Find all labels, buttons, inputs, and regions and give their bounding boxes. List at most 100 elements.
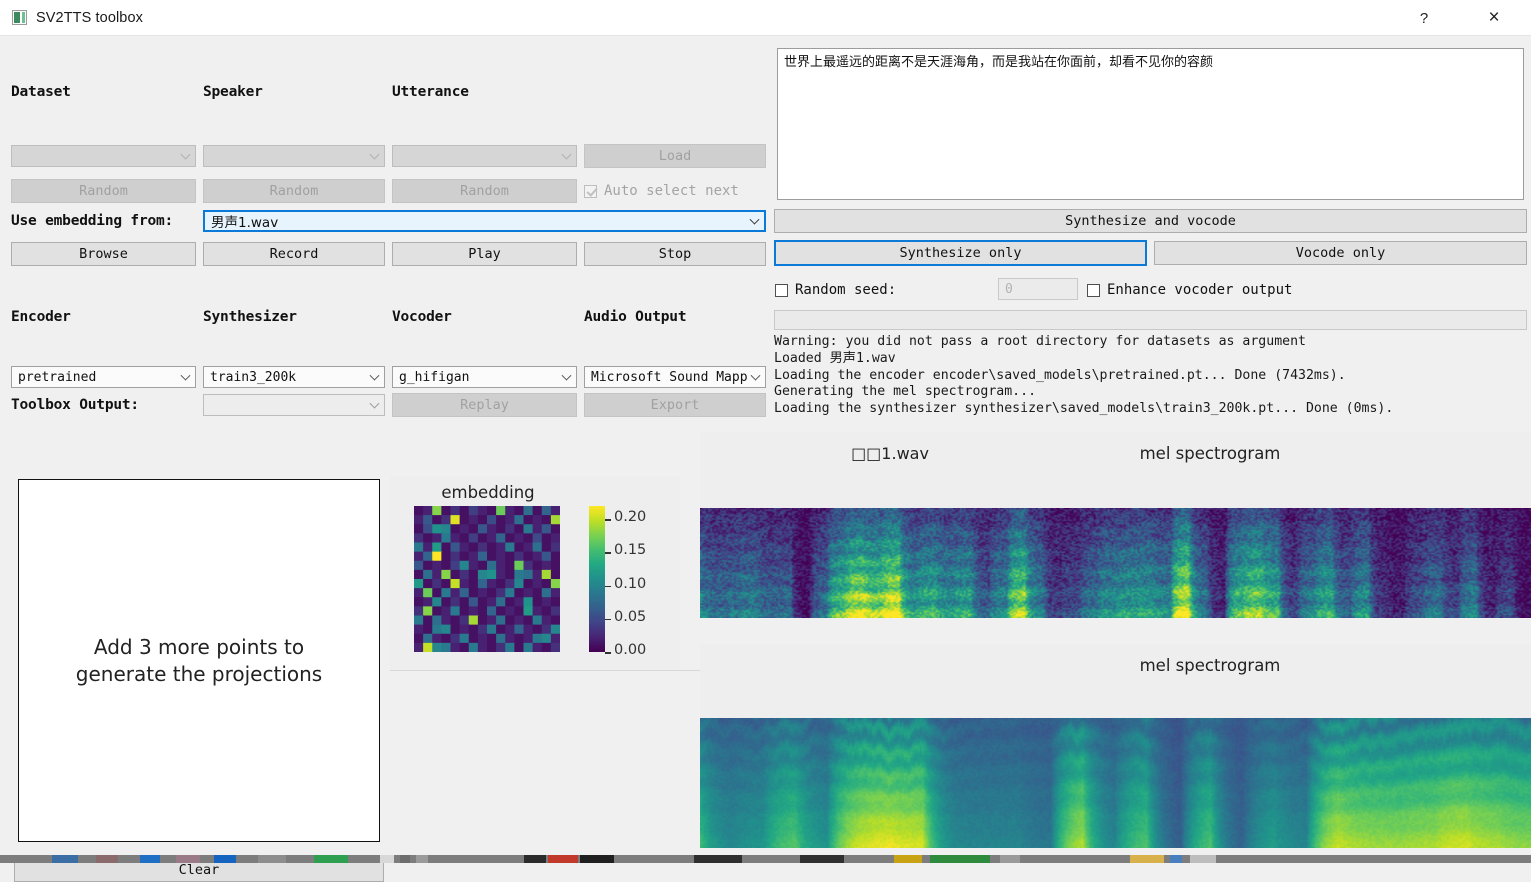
- encoder-combo[interactable]: pretrained: [11, 366, 196, 388]
- taskbar-item: [894, 855, 922, 863]
- taskbar-item: [548, 855, 578, 863]
- vocoder-header: Vocoder: [392, 309, 577, 325]
- audio-output-combo[interactable]: Microsoft Sound Mapp: [584, 366, 766, 388]
- record-button[interactable]: Record: [203, 242, 385, 266]
- colorbar-tick-mark: [605, 619, 611, 621]
- dataset-combo[interactable]: [11, 145, 196, 167]
- reference-mel-spectrogram: [700, 508, 1531, 618]
- speaker-header: Speaker: [203, 84, 385, 100]
- projections-message: Add 3 more points to generate the projec…: [76, 634, 322, 687]
- window-title: SV2TTS toolbox: [36, 10, 143, 26]
- colorbar-tick-label: 0.00: [614, 642, 646, 658]
- random-seed-label: Random seed:: [795, 282, 896, 298]
- colorbar-tick-label: 0.10: [614, 576, 646, 592]
- browse-button[interactable]: Browse: [11, 242, 196, 266]
- audio-output-combo-value: Microsoft Sound Mapp: [591, 370, 760, 385]
- taskbar-item: [524, 855, 546, 863]
- utterance-combo[interactable]: [392, 145, 577, 167]
- embedding-colorbar: [589, 506, 605, 652]
- use-embedding-value: 男声1.wav: [211, 211, 278, 231]
- chevron-down-icon: [370, 371, 380, 381]
- taskbar-item: [1190, 855, 1216, 863]
- random-utterance-button[interactable]: Random: [392, 179, 577, 203]
- seed-input-placeholder: 0: [1005, 282, 1013, 297]
- toolbox-output-label: Toolbox Output:: [11, 397, 139, 413]
- export-button[interactable]: Export: [584, 393, 766, 417]
- random-dataset-button[interactable]: Random: [11, 179, 196, 203]
- toolbox-output-combo[interactable]: [203, 394, 385, 416]
- embedding-heatmap: [414, 506, 560, 652]
- reference-mel-plot: □□1.wav mel spectrogram: [700, 432, 1531, 618]
- taskbar-item: [140, 855, 160, 863]
- taskbar-item: [314, 855, 348, 863]
- embedding-plot-title: embedding: [390, 483, 586, 502]
- taskbar-item: [1000, 855, 1020, 863]
- colorbar-tick-mark: [605, 652, 611, 654]
- projections-message-line1: Add 3 more points to: [76, 634, 322, 660]
- chevron-down-icon: [370, 150, 380, 160]
- taskbar-item: [96, 855, 118, 863]
- taskbar-item: [1170, 855, 1182, 863]
- help-icon[interactable]: ?: [1401, 0, 1447, 36]
- reference-mel-title: mel spectrogram: [900, 444, 1520, 463]
- synthesizer-combo-value: train3_200k: [210, 370, 296, 385]
- log-output: Warning: you did not pass a root directo…: [774, 334, 1529, 418]
- use-embedding-label: Use embedding from:: [11, 213, 173, 229]
- dataset-header: Dataset: [11, 84, 196, 100]
- synthesized-mel-title: mel spectrogram: [900, 656, 1520, 675]
- checkbox-icon: [584, 185, 597, 198]
- colorbar-tick-mark: [605, 519, 611, 521]
- synthesizer-combo[interactable]: train3_200k: [203, 366, 385, 388]
- synthesize-only-button[interactable]: Synthesize only: [774, 240, 1147, 266]
- colorbar-tick-mark: [605, 552, 611, 554]
- taskbar-item: [176, 855, 200, 863]
- play-button[interactable]: Play: [392, 242, 577, 266]
- chevron-down-icon: [181, 150, 191, 160]
- stop-button[interactable]: Stop: [584, 242, 766, 266]
- chevron-down-icon: [562, 150, 572, 160]
- chevron-down-icon: [562, 371, 572, 381]
- auto-select-next-label: Auto select next: [604, 183, 739, 199]
- progress-bar: [774, 310, 1527, 330]
- embedding-plot: embedding 0.000.050.100.150.20: [390, 476, 680, 671]
- chevron-down-icon: [750, 215, 760, 225]
- close-icon[interactable]: ×: [1471, 0, 1517, 36]
- replay-button[interactable]: Replay: [392, 393, 577, 417]
- taskbar-item: [52, 855, 78, 863]
- chevron-down-icon: [370, 399, 380, 409]
- taskbar-item: [930, 855, 990, 863]
- synthesized-mel-spectrogram: [700, 718, 1531, 848]
- text-input[interactable]: 世界上最遥远的距离不是天涯海角，而是我站在你面前，却看不见你的容颜: [777, 48, 1524, 200]
- taskbar-item: [400, 855, 410, 863]
- random-speaker-button[interactable]: Random: [203, 179, 385, 203]
- synthesizer-header: Synthesizer: [203, 309, 385, 325]
- synthesize-and-vocode-button[interactable]: Synthesize and vocode: [774, 209, 1527, 233]
- app-icon: [12, 10, 27, 25]
- enhance-vocoder-label: Enhance vocoder output: [1107, 282, 1292, 298]
- load-button[interactable]: Load: [584, 144, 766, 168]
- colorbar-tick-label: 0.15: [614, 542, 646, 558]
- chevron-down-icon: [181, 371, 191, 381]
- vocoder-combo[interactable]: g_hifigan: [392, 366, 577, 388]
- taskbar-sliver: [0, 855, 1531, 863]
- taskbar-item: [800, 855, 844, 863]
- use-embedding-combo[interactable]: 男声1.wav: [203, 210, 766, 232]
- taskbar-item: [258, 855, 286, 863]
- seed-input[interactable]: 0: [998, 278, 1078, 300]
- utterance-header: Utterance: [392, 84, 577, 100]
- auto-select-next-checkbox[interactable]: Auto select next: [584, 183, 766, 199]
- colorbar-tick-mark: [605, 586, 611, 588]
- encoder-header: Encoder: [11, 309, 196, 325]
- window-titlebar: SV2TTS toolbox ? ×: [0, 0, 1531, 36]
- vocode-only-button[interactable]: Vocode only: [1154, 241, 1527, 265]
- taskbar-item: [694, 855, 742, 863]
- enhance-vocoder-checkbox[interactable]: Enhance vocoder output: [1087, 282, 1292, 298]
- random-seed-checkbox[interactable]: Random seed:: [775, 282, 896, 298]
- projections-plot[interactable]: Add 3 more points to generate the projec…: [18, 479, 380, 842]
- taskbar-item: [580, 855, 614, 863]
- projections-message-line2: generate the projections: [76, 661, 322, 687]
- speaker-combo[interactable]: [203, 145, 385, 167]
- checkbox-icon: [1087, 284, 1100, 297]
- taskbar-item: [214, 855, 236, 863]
- taskbar-item: [380, 855, 394, 863]
